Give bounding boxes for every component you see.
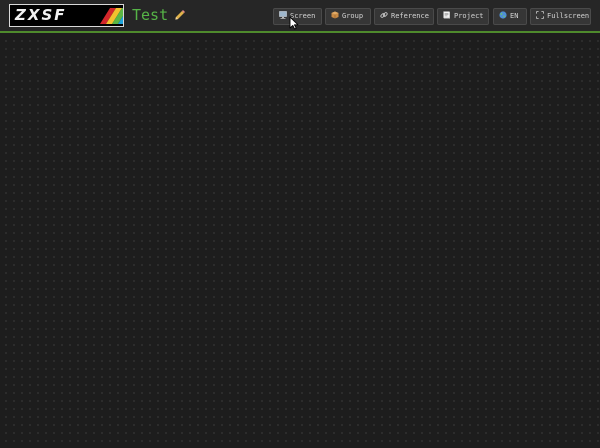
reference-button-label: Reference xyxy=(391,12,429,20)
expand-icon xyxy=(536,11,544,19)
package-icon xyxy=(331,11,339,19)
top-toolbar: ZXSF Test Screen Group Reference Project… xyxy=(0,0,600,33)
add-group-button[interactable]: Group xyxy=(325,8,371,25)
project-button[interactable]: Project xyxy=(437,8,489,25)
fullscreen-button-label: Fullscreen xyxy=(547,12,590,20)
add-screen-button[interactable]: Screen xyxy=(273,8,322,25)
add-reference-button[interactable]: Reference xyxy=(374,8,434,25)
rainbow-stripes-icon xyxy=(100,8,123,24)
app-window: ZXSF Test Screen Group Reference Project… xyxy=(0,0,600,448)
workspace-canvas[interactable] xyxy=(0,35,600,448)
link-icon xyxy=(380,11,388,19)
project-title[interactable]: Test xyxy=(132,6,168,24)
group-button-label: Group xyxy=(342,12,364,20)
screen-button-label: Screen xyxy=(290,12,316,20)
language-button[interactable]: EN xyxy=(493,8,527,25)
globe-icon xyxy=(499,11,507,19)
logo-text: ZXSF xyxy=(15,6,67,24)
fullscreen-button[interactable]: Fullscreen xyxy=(530,8,591,25)
monitor-icon xyxy=(279,11,287,19)
project-button-label: Project xyxy=(454,12,484,20)
pencil-icon[interactable] xyxy=(173,9,186,22)
language-button-label: EN xyxy=(510,12,519,20)
folder-icon xyxy=(443,11,451,19)
app-logo: ZXSF xyxy=(9,4,124,27)
